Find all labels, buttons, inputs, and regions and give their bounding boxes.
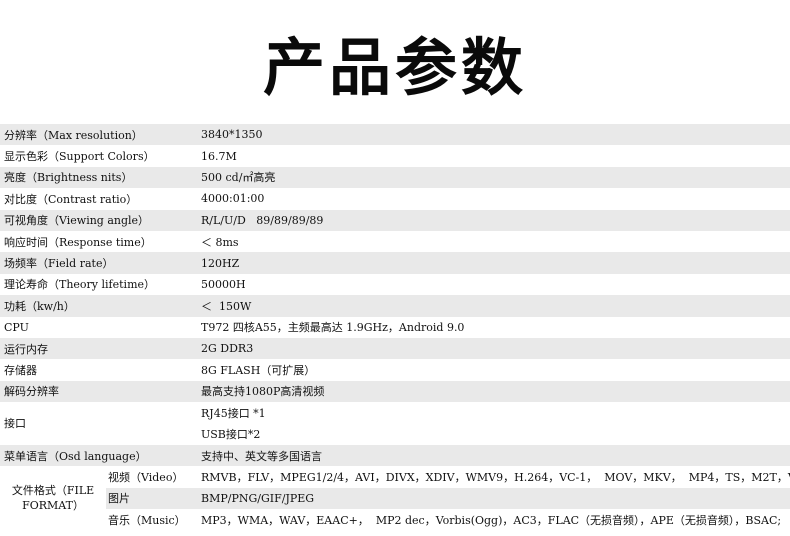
row-label: 解码分辨率 [4,385,59,399]
table-row: 亮度（Brightness nits） 500 cd/㎡高亮 [0,166,790,189]
row-label: 功耗（kw/h） [4,299,75,313]
table-row: 响应时间（Response time） ＜ 8ms [0,230,790,253]
row-value: ＜ 8ms [201,235,239,249]
spec-table: 分辨率（Max resolution） 3840*1350 显示色彩（Suppo… [0,124,790,531]
row-value: 8G FLASH（可扩展） [201,363,316,377]
row-value: BMP/PNG/GIF/JPEG [201,491,315,505]
row-label: 响应时间（Response time） [4,235,152,249]
table-row: 音乐（Music） MP3，WMA，WAV，EAAC+， MP2 dec，Vor… [106,509,790,531]
row-label: 存储器 [4,363,37,377]
row-value: 120HZ [201,256,240,270]
row-key: 视频（Video） [108,470,184,484]
table-row: 解码分辨率 最高支持1080P高清视频 [0,380,790,403]
table-row: 分辨率（Max resolution） 3840*1350 [0,124,790,146]
row-label: 分辨率（Max resolution） [4,128,143,142]
table-row: 可视角度（Viewing angle） R/L/U/D 89/89/89/89 [0,209,790,231]
table-row: 显示色彩（Support Colors） 16.7M [0,145,790,167]
table-row: 菜单语言（Osd language） 支持中、英文等多国语言 [0,444,790,467]
row-value: RMVB，FLV，MPEG1/2/4，AVI，DIVX，XDIV，WMV9，H.… [201,470,790,484]
row-label: 可视角度（Viewing angle） [4,214,150,228]
row-value: 16.7M [201,149,237,163]
row-value: R/L/U/D 89/89/89/89 [201,213,324,227]
table-row: 场频率（Field rate） 120HZ [0,252,790,274]
row-label: 接口 [4,417,26,431]
row-value: 3840*1350 [201,128,263,142]
row-key: 图片 [108,492,130,506]
row-value: 最高支持1080P高清视频 [201,385,325,399]
row-label: 理论寿命（Theory lifetime） [4,278,156,292]
row-value: T972 四核A55，主频最高达 1.9GHz，Android 9.0 [201,321,465,335]
table-row: CPU T972 四核A55，主频最高达 1.9GHz，Android 9.0 [0,316,790,338]
row-label: 运行内存 [4,342,48,356]
row-label: 场频率（Field rate） [4,257,114,271]
table-row: 运行内存 2G DDR3 [0,337,790,360]
table-row: 视频（Video） RMVB，FLV，MPEG1/2/4，AVI，DIVX，XD… [106,466,790,488]
row-label: 菜单语言（Osd language） [4,449,147,463]
row-label: CPU [4,320,29,334]
row-label: 显示色彩（Support Colors） [4,150,155,164]
row-value: MP3，WMA，WAV，EAAC+， MP2 dec，Vorbis(Ogg)，A… [201,513,782,527]
table-row: 图片 BMP/PNG/GIF/JPEG [106,487,790,510]
file-format-label: 文件格式（FILE FORMAT） [0,466,106,531]
row-value: USB接口*2 [201,428,261,442]
row-label: 亮度（Brightness nits） [4,171,133,185]
row-value: 50000H [201,277,246,291]
row-value: 4000:01:00 [201,192,265,206]
table-row: 理论寿命（Theory lifetime） 50000H [0,273,790,296]
table-row: 功耗（kw/h） ＜ 150W [0,295,790,317]
row-key: 音乐（Music） [108,513,186,527]
row-value: 2G DDR3 [201,342,254,356]
table-row-interface: 接口 RJ45接口 *1 USB接口*2 [0,402,790,445]
file-format-group: 视频（Video） RMVB，FLV，MPEG1/2/4，AVI，DIVX，XD… [0,466,790,531]
row-value: 支持中、英文等多国语言 [201,449,322,463]
table-row: 存储器 8G FLASH（可扩展） [0,359,790,381]
page-title: 产品参数 [262,31,527,104]
table-row: 对比度（Contrast ratio） 4000:01:00 [0,188,790,210]
row-label: 对比度（Contrast ratio） [4,192,138,206]
row-value: RJ45接口 *1 [201,406,266,420]
row-value: 500 cd/㎡高亮 [201,171,276,185]
row-value: ＜ 150W [201,299,252,313]
